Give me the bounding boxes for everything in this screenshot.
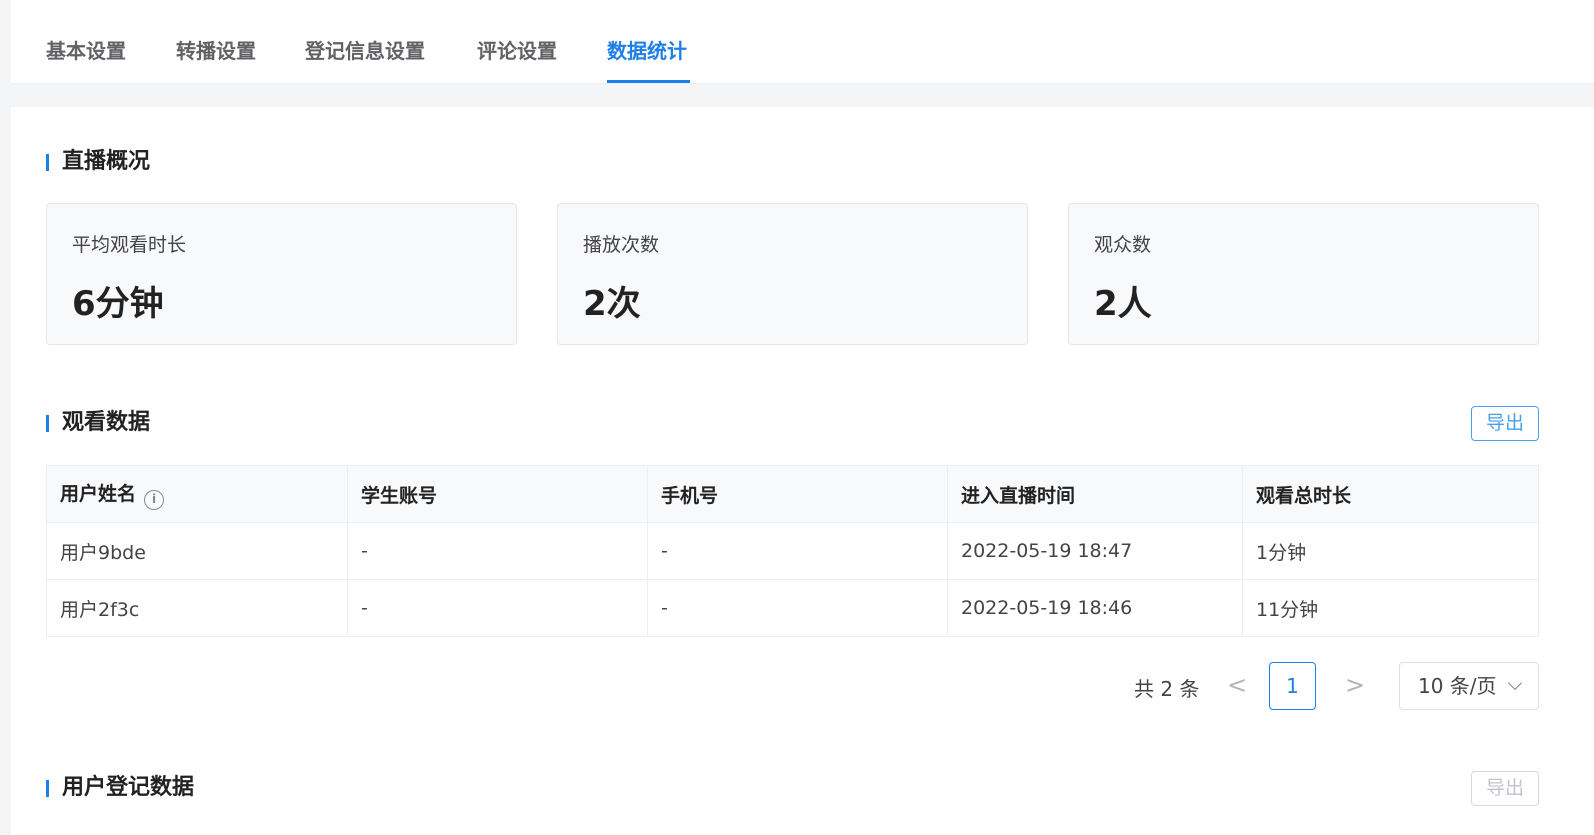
- cell-student-account: -: [347, 522, 648, 580]
- stat-label: 平均观看时长: [72, 234, 187, 256]
- cell-student-account: -: [347, 579, 648, 637]
- stat-label: 播放次数: [583, 234, 660, 256]
- stat-value: 2人: [1094, 284, 1152, 324]
- cell-user-name: 用户2f3c: [46, 579, 348, 637]
- watch-export-button[interactable]: 导出: [1471, 406, 1539, 441]
- column-header-enter-time: 进入直播时间: [947, 465, 1243, 523]
- active-tab-indicator: [607, 80, 690, 83]
- stat-card-viewer-count: 观众数 2人: [1068, 203, 1539, 345]
- pagination-total: 共 2 条: [1134, 677, 1200, 701]
- chevron-right-icon[interactable]: >: [1345, 671, 1365, 699]
- register-data-title: 用户登记数据: [46, 775, 194, 801]
- stat-value: 6分钟: [72, 284, 164, 324]
- tab-basic-settings[interactable]: 基本设置: [46, 38, 126, 64]
- table-header-row: 用户姓名 i 学生账号 手机号 进入直播时间 观看总时长: [46, 465, 1539, 523]
- stat-label: 观众数: [1094, 234, 1152, 256]
- cell-phone: -: [647, 579, 948, 637]
- cell-enter-time: 2022-05-19 18:46: [947, 579, 1243, 637]
- column-header-user-name: 用户姓名 i: [46, 465, 348, 523]
- stat-card-play-count: 播放次数 2次: [557, 203, 1028, 345]
- page-size-select[interactable]: 10 条/页: [1399, 662, 1539, 710]
- tab-registration-settings[interactable]: 登记信息设置: [305, 38, 425, 64]
- info-icon[interactable]: i: [144, 489, 165, 510]
- page-size-label: 10 条/页: [1418, 674, 1497, 698]
- main-panel: 直播概况 平均观看时长 6分钟 播放次数 2次 观众数 2人 观看数据 导出 用…: [11, 107, 1594, 835]
- cell-total-watch-time: 1分钟: [1242, 522, 1539, 580]
- column-header-total-watch-time: 观看总时长: [1242, 465, 1539, 523]
- watch-data-table: 用户姓名 i 学生账号 手机号 进入直播时间 观看总时长 用户9bde - - 2…: [46, 465, 1539, 637]
- column-header-phone: 手机号: [647, 465, 948, 523]
- tab-comment-settings[interactable]: 评论设置: [477, 38, 557, 64]
- cell-phone: -: [647, 522, 948, 580]
- table-row: 用户2f3c - - 2022-05-19 18:46 11分钟: [46, 579, 1539, 637]
- column-label: 用户姓名: [60, 482, 137, 505]
- tab-data-statistics[interactable]: 数据统计: [607, 38, 687, 64]
- table-row: 用户9bde - - 2022-05-19 18:47 1分钟: [46, 522, 1539, 580]
- cell-total-watch-time: 11分钟: [1242, 579, 1539, 637]
- pagination-page-1[interactable]: 1: [1269, 662, 1316, 710]
- tabs-bar: 基本设置 转播设置 登记信息设置 评论设置 数据统计: [11, 0, 1594, 84]
- chevron-left-icon[interactable]: <: [1227, 671, 1247, 699]
- column-header-student-account: 学生账号: [347, 465, 648, 523]
- stat-card-avg-watch-time: 平均观看时长 6分钟: [46, 203, 517, 345]
- tab-relay-settings[interactable]: 转播设置: [176, 38, 256, 64]
- stat-value: 2次: [583, 284, 641, 324]
- overview-title: 直播概况: [46, 149, 150, 175]
- cell-enter-time: 2022-05-19 18:47: [947, 522, 1243, 580]
- cell-user-name: 用户9bde: [46, 522, 348, 580]
- watch-data-title: 观看数据: [46, 410, 150, 436]
- chevron-down-icon: [1507, 675, 1523, 691]
- register-export-button[interactable]: 导出: [1471, 771, 1539, 806]
